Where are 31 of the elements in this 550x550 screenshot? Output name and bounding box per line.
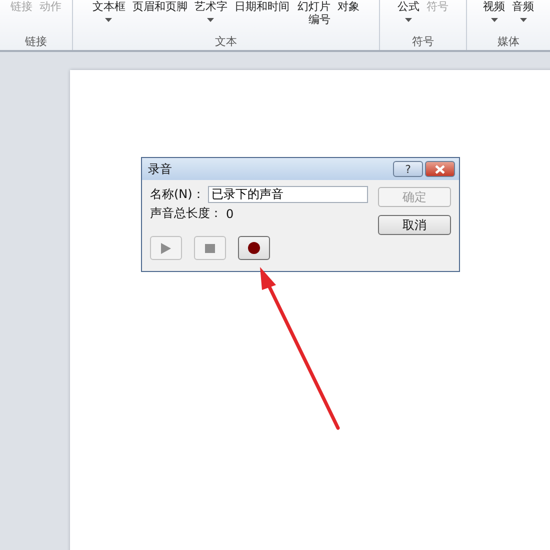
close-icon bbox=[435, 164, 445, 174]
caret-icon bbox=[207, 18, 214, 22]
ribbon-button[interactable]: 对象 bbox=[338, 0, 360, 13]
caret-icon bbox=[105, 18, 112, 22]
ribbon-button[interactable]: 幻灯片编号 bbox=[296, 0, 331, 26]
play-icon bbox=[161, 242, 171, 254]
help-button[interactable]: ? bbox=[393, 161, 423, 177]
group-label: 媒体 bbox=[498, 34, 520, 49]
close-button[interactable] bbox=[425, 161, 455, 177]
caret-icon bbox=[490, 18, 498, 22]
ribbon-button[interactable]: 音频 bbox=[512, 0, 534, 13]
ribbon-button[interactable]: 日期和时间 bbox=[234, 0, 290, 13]
stop-icon bbox=[205, 244, 215, 252]
group-label: 链接 bbox=[25, 34, 47, 49]
ribbon-button[interactable]: 视频 bbox=[483, 0, 505, 13]
record-icon bbox=[248, 242, 260, 254]
window-title: 录音 bbox=[148, 160, 172, 178]
group-label: 符号 bbox=[412, 34, 434, 49]
caret-icon bbox=[520, 18, 526, 22]
name-field[interactable]: 已录下的声音 bbox=[208, 186, 368, 203]
ribbon-button[interactable]: 页眉和页脚 bbox=[132, 0, 188, 13]
length-value: 0 bbox=[226, 206, 234, 220]
group-label: 文本 bbox=[215, 34, 237, 49]
length-label: 声音总长度： bbox=[150, 205, 222, 222]
name-label: 名称(N)： bbox=[150, 186, 204, 203]
ribbon-button[interactable]: 文本框 bbox=[92, 0, 126, 13]
caret-icon bbox=[405, 18, 412, 22]
record-button[interactable] bbox=[238, 236, 270, 260]
ribbon-button[interactable]: 公式 bbox=[398, 0, 420, 13]
ribbon-button[interactable]: 艺术字 bbox=[194, 0, 228, 13]
dialog-button[interactable]: 取消 bbox=[378, 215, 451, 235]
